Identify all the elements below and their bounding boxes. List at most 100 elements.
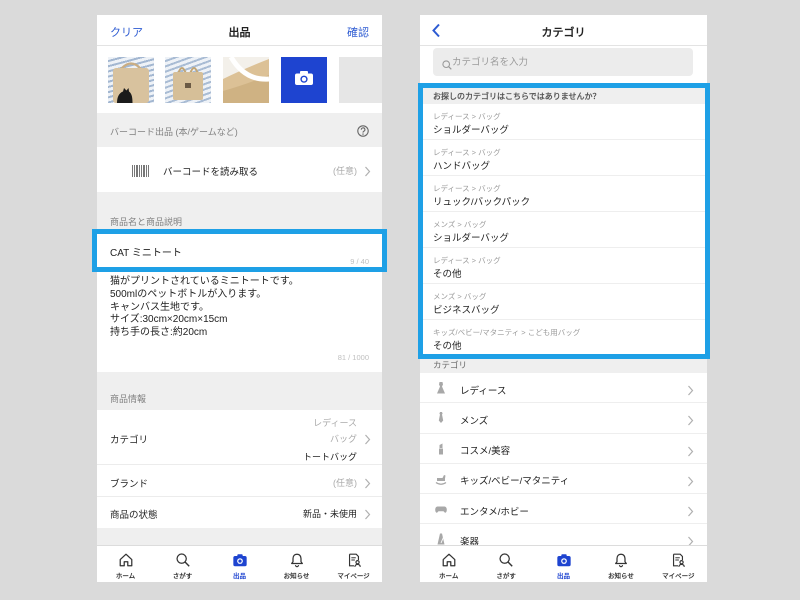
- brand-value: (任意): [333, 478, 357, 488]
- category-item-cosmetics[interactable]: コスメ/美容: [420, 433, 707, 464]
- category-screen: カテゴリ お探しのカテゴリはこちらではありませんか？ レディース > バッグ シ…: [420, 15, 707, 582]
- brand-row[interactable]: ブランド (任意): [97, 465, 382, 497]
- category-label: コスメ/美容: [460, 446, 511, 458]
- photo-thumbnail-1[interactable]: [108, 57, 154, 103]
- category-header: カテゴリ: [420, 15, 707, 46]
- product-name-value: CAT ミニトート: [110, 248, 182, 259]
- confirm-button[interactable]: 確認: [347, 24, 369, 40]
- nav-sell[interactable]: 出品: [211, 546, 268, 582]
- nav-search[interactable]: さがす: [477, 546, 534, 582]
- section-title: バーコード出品 (本/ゲームなど): [110, 127, 238, 137]
- category-row[interactable]: カテゴリ レディース バッグ トートバッグ: [97, 410, 382, 465]
- search-icon: [442, 57, 452, 70]
- suggestion-path: メンズ > バッグ: [433, 292, 487, 301]
- category-search-input[interactable]: [452, 48, 687, 76]
- suggestion-name: ショルダーバッグ: [433, 125, 509, 136]
- description-line: キャンバス生地です。: [110, 301, 209, 313]
- rocking-horse-icon: [435, 472, 447, 486]
- game-controller-icon: [435, 502, 447, 516]
- bottom-nav: ホーム さがす 出品 お知らせ マイページ: [420, 545, 707, 582]
- nav-notifications[interactable]: お知らせ: [592, 546, 649, 582]
- section-spacer: [97, 528, 382, 545]
- suggestion-item[interactable]: メンズ > バッグ ビジネスバッグ: [420, 284, 707, 320]
- search-icon: [498, 552, 514, 568]
- category-search-box[interactable]: [433, 48, 693, 76]
- nav-home[interactable]: ホーム: [420, 546, 477, 582]
- nav-label: さがす: [172, 573, 193, 580]
- suggestion-item[interactable]: レディース > バッグ ショルダーバッグ: [420, 104, 707, 140]
- add-photo-button[interactable]: [281, 57, 327, 103]
- suggestion-path: キッズ/ベビー/マタニティ > こども用バッグ: [433, 328, 581, 337]
- nav-label: マイページ: [662, 573, 695, 580]
- description-line: サイズ:30cm×20cm×15cm: [110, 314, 228, 326]
- nav-label: 出品: [557, 573, 571, 580]
- category-item-mens[interactable]: メンズ: [420, 403, 707, 434]
- optional-hint: (任意): [333, 166, 357, 176]
- section-title: 商品名と商品説明: [110, 217, 183, 227]
- suggestion-item[interactable]: レディース > バッグ ハンドバッグ: [420, 140, 707, 176]
- page-title: カテゴリ: [541, 27, 586, 39]
- listing-screen: クリア 出品 確認 バーコード出品 (本/ゲームなど) バーコードを読み取る (…: [97, 15, 382, 582]
- help-icon[interactable]: [357, 124, 369, 137]
- home-icon: [441, 552, 457, 568]
- nav-mypage[interactable]: マイページ: [325, 546, 382, 582]
- nav-sell[interactable]: 出品: [535, 546, 592, 582]
- photo-thumbnail-3[interactable]: [223, 57, 269, 103]
- suggestion-item[interactable]: メンズ > バッグ ショルダーバッグ: [420, 212, 707, 248]
- nav-label: マイページ: [337, 573, 370, 580]
- category-path-level-2: バッグ: [329, 434, 357, 444]
- suggestions-title: お探しのカテゴリはこちらではありませんか？: [433, 92, 601, 101]
- suggestion-name: ビジネスバッグ: [433, 305, 500, 316]
- chevron-right-icon: [687, 444, 694, 456]
- chevron-right-icon: [687, 504, 694, 517]
- condition-label: 商品の状態: [110, 510, 158, 521]
- nav-home[interactable]: ホーム: [97, 546, 154, 582]
- category-item-entertainment[interactable]: エンタメ/ホビー: [420, 494, 707, 525]
- bell-icon: [289, 552, 305, 568]
- suggestion-name: その他: [433, 341, 462, 352]
- product-description-field[interactable]: 猫がプリントされているミニトートです。 500mlのペットボトルが入ります。 キ…: [97, 270, 382, 372]
- barcode-scan-row[interactable]: バーコードを読み取る (任意): [97, 147, 382, 192]
- description-line: 猫がプリントされているミニトートです。: [110, 276, 299, 287]
- name-char-counter: 9 / 40: [350, 257, 369, 266]
- chevron-right-icon: [364, 476, 371, 489]
- suggestion-name: その他: [433, 269, 462, 280]
- nav-notifications[interactable]: お知らせ: [268, 546, 325, 582]
- info-section-header: 商品情報: [97, 372, 382, 410]
- description-line: 500mlのペットボトルが入ります。: [110, 288, 267, 300]
- chevron-right-icon: [687, 383, 694, 396]
- nav-label: ホーム: [115, 573, 136, 580]
- chevron-right-icon: [364, 164, 371, 177]
- bottom-nav: ホーム さがす 出品 お知らせ マイページ: [97, 545, 382, 582]
- suggestion-item[interactable]: レディース > バッグ リュック/バックパック: [420, 176, 707, 212]
- photo-placeholder[interactable]: [339, 57, 382, 103]
- product-name-field[interactable]: CAT ミニトート 9 / 40: [97, 232, 382, 270]
- nav-label: 出品: [233, 573, 246, 580]
- camera-icon: [232, 552, 248, 568]
- category-item-kids[interactable]: キッズ/ベビー/マタニティ: [420, 463, 707, 495]
- home-icon: [118, 552, 134, 568]
- back-chevron-icon[interactable]: [431, 23, 441, 38]
- nav-label: お知らせ: [607, 573, 634, 580]
- suggestion-item[interactable]: キッズ/ベビー/マタニティ > こども用バッグ その他: [420, 320, 707, 356]
- brand-label: ブランド: [110, 479, 149, 490]
- chevron-right-icon: [687, 474, 694, 487]
- chevron-right-icon: [687, 413, 694, 426]
- listing-header: クリア 出品 確認: [97, 15, 382, 46]
- barcode-icon: [132, 164, 150, 177]
- nav-search[interactable]: さがす: [154, 546, 211, 582]
- nav-label: ホーム: [439, 573, 459, 580]
- description-line: 持ち手の長さ:約20cm: [110, 327, 208, 339]
- nav-mypage[interactable]: マイページ: [650, 546, 707, 582]
- suggestion-path: レディース > バッグ: [433, 256, 501, 265]
- suggestion-item[interactable]: レディース > バッグ その他: [420, 248, 707, 284]
- category-item-ladies[interactable]: レディース: [420, 373, 707, 404]
- barcode-section-header: バーコード出品 (本/ゲームなど): [97, 113, 382, 147]
- condition-row[interactable]: 商品の状態 新品・未使用: [97, 497, 382, 528]
- clear-button[interactable]: クリア: [110, 24, 143, 40]
- suggestion-path: レディース > バッグ: [433, 112, 501, 121]
- category-label: カテゴリ: [110, 435, 149, 446]
- chevron-right-icon: [364, 432, 371, 445]
- camera-icon: [556, 552, 572, 568]
- photo-thumbnail-2[interactable]: [165, 57, 211, 103]
